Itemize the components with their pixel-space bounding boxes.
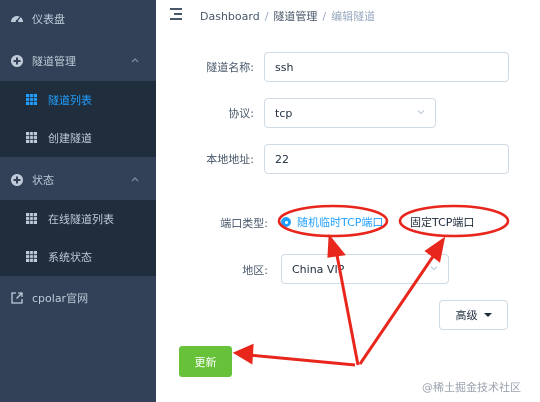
region-select[interactable]: China VIP xyxy=(281,254,449,284)
chevron-up-icon xyxy=(131,177,139,182)
update-button-label: 更新 xyxy=(194,355,217,369)
radio-random-tcp-port-label: 随机临时TCP端口 xyxy=(297,216,384,229)
sidebar: 仪表盘 隧道管理 隧道列表 创建隧道 状态 在线隧道列表 系统状态 cpolar… xyxy=(0,0,156,402)
menu-status-label: 状态 xyxy=(32,174,54,187)
tunnel-name-input[interactable]: ssh xyxy=(264,52,509,82)
breadcrumb: Dashboard / 隧道管理 / 编辑隧道 xyxy=(200,10,376,23)
local-address-label: 本地地址: xyxy=(206,153,254,166)
menu-cpolar-website-label: cpolar官网 xyxy=(32,292,89,305)
menu-dashboard[interactable]: 仪表盘 xyxy=(0,0,156,38)
radio-fixed-tcp-port-label: 固定TCP端口 xyxy=(410,216,475,229)
update-button[interactable]: 更新 xyxy=(179,346,232,377)
chevron-down-icon xyxy=(430,266,438,271)
port-type-label: 端口类型: xyxy=(220,217,268,230)
chevron-up-icon xyxy=(131,58,139,63)
menu-tunnel-management-label: 隧道管理 xyxy=(32,55,76,68)
watermark: @稀土掘金技术社区 xyxy=(422,381,521,394)
local-address-input[interactable]: 22 xyxy=(264,144,509,174)
plus-circle-icon xyxy=(11,174,23,186)
caret-down-icon xyxy=(483,313,492,317)
plus-circle-icon xyxy=(11,55,23,67)
radio-fixed-tcp-port[interactable]: 固定TCP端口 xyxy=(410,214,474,230)
breadcrumb-home[interactable]: Dashboard xyxy=(200,10,260,23)
region-label: 地区: xyxy=(242,264,268,277)
region-select-value: China VIP xyxy=(292,263,345,276)
sidebar-item-tunnel-list[interactable]: 隧道列表 xyxy=(0,81,156,119)
tunnel-name-label: 隧道名称: xyxy=(206,61,254,74)
breadcrumb-section[interactable]: 隧道管理 xyxy=(273,10,317,23)
grid-icon xyxy=(26,132,37,143)
grid-icon xyxy=(26,94,37,105)
sidebar-item-system-status[interactable]: 系统状态 xyxy=(0,238,156,276)
hamburger-icon[interactable] xyxy=(170,8,182,20)
dashboard-icon xyxy=(11,16,23,23)
menu-dashboard-label: 仪表盘 xyxy=(32,13,65,26)
sidebar-item-online-tunnels[interactable]: 在线隧道列表 xyxy=(0,200,156,238)
sidebar-item-create-tunnel-label: 创建隧道 xyxy=(48,132,92,145)
protocol-select[interactable]: tcp xyxy=(264,98,436,128)
radio-random-tcp-port[interactable]: 随机临时TCP端口 xyxy=(281,214,383,230)
sidebar-item-online-tunnels-label: 在线隧道列表 xyxy=(48,213,114,226)
menu-tunnel-management[interactable]: 隧道管理 xyxy=(0,42,156,80)
sidebar-item-system-status-label: 系统状态 xyxy=(48,251,92,264)
advanced-button-label: 高级 xyxy=(455,309,478,322)
sidebar-item-tunnel-list-label: 隧道列表 xyxy=(48,94,92,107)
external-link-icon xyxy=(11,292,23,304)
menu-status[interactable]: 状态 xyxy=(0,161,156,199)
protocol-label: 协议: xyxy=(228,107,254,120)
protocol-select-value: tcp xyxy=(275,107,293,120)
breadcrumb-current: 编辑隧道 xyxy=(331,10,376,23)
radio-dot xyxy=(281,217,291,227)
grid-icon xyxy=(26,251,37,262)
sidebar-item-create-tunnel[interactable]: 创建隧道 xyxy=(0,119,156,157)
top-bar: Dashboard / 隧道管理 / 编辑隧道 xyxy=(156,0,540,30)
advanced-dropdown-button[interactable]: 高级 xyxy=(439,300,508,330)
menu-cpolar-website[interactable]: cpolar官网 xyxy=(0,279,156,317)
chevron-down-icon xyxy=(417,110,425,115)
grid-icon xyxy=(26,213,37,224)
